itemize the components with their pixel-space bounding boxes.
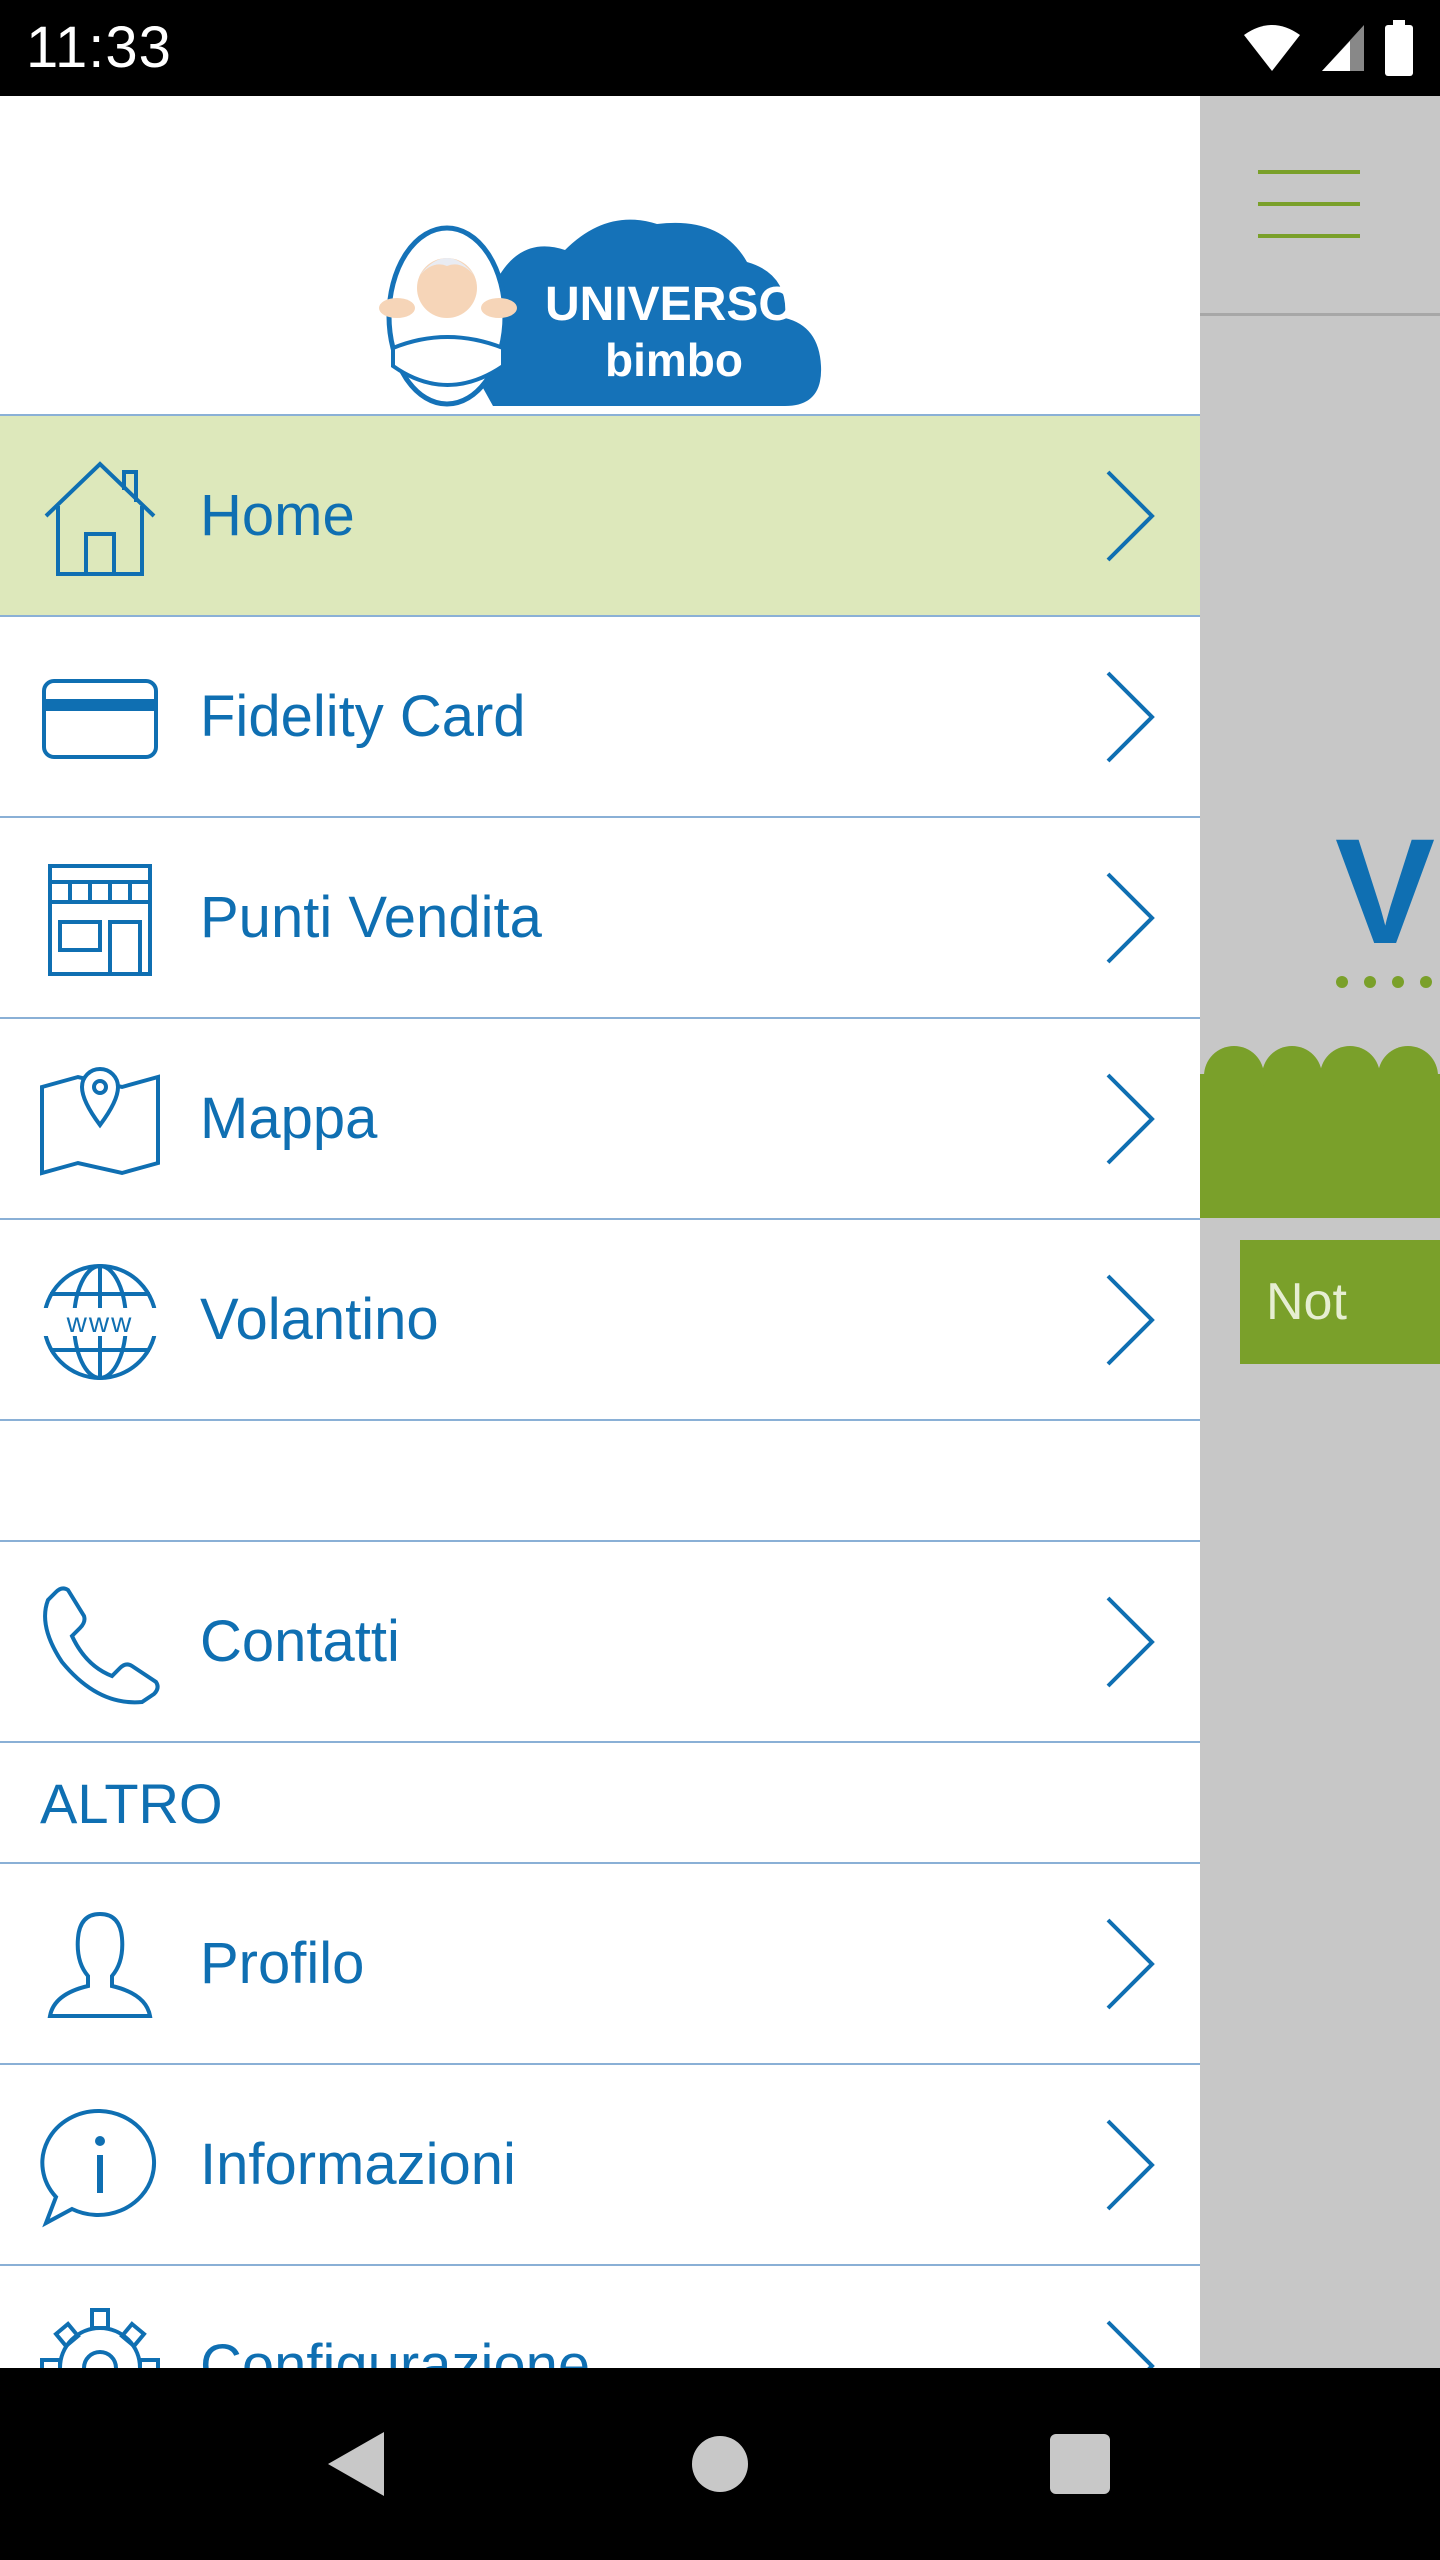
store-icon	[48, 864, 152, 976]
fence-decoration	[1200, 1046, 1440, 1218]
wifi-icon	[1244, 25, 1300, 71]
globe-icon: www	[42, 1264, 158, 1380]
status-icons	[1242, 20, 1414, 76]
card-icon	[42, 679, 158, 759]
system-navigation-bar	[0, 2368, 1440, 2560]
section-header-label: ALTRO	[40, 1772, 223, 1835]
cellular-signal-icon	[1322, 25, 1364, 71]
chevron-right-icon	[1106, 1918, 1155, 2010]
menu-item-label: Contatti	[200, 1609, 400, 1674]
recents-button[interactable]	[980, 2368, 1180, 2560]
menu-item-fidelity-card[interactable]: Fidelity Card	[0, 617, 1200, 818]
navigation-drawer: UNIVERSO bimbo Home Fidelity Card Punti …	[0, 96, 1200, 2368]
svg-text:www: www	[66, 1307, 134, 1338]
dotted-divider	[1336, 976, 1440, 990]
recents-square-icon	[1050, 2434, 1110, 2494]
drawer-header: UNIVERSO bimbo	[0, 96, 1200, 416]
status-time: 11:33	[26, 15, 172, 80]
home-icon	[44, 461, 156, 576]
chevron-right-icon	[1106, 1274, 1155, 1366]
chevron-right-icon	[1106, 2119, 1155, 2211]
user-icon	[47, 1911, 153, 2018]
home-button[interactable]	[620, 2368, 820, 2560]
menu-item-configurazione[interactable]: Configurazione	[0, 2266, 1200, 2368]
back-button[interactable]	[256, 2368, 456, 2560]
background-button-label: Not	[1266, 1273, 1347, 1331]
home-circle-icon	[692, 2436, 748, 2492]
menu-item-label: Profilo	[200, 1931, 365, 1996]
background-button[interactable]: Not	[1240, 1240, 1440, 1364]
chevron-right-icon	[1106, 1596, 1155, 1688]
logo-text-universo: UNIVERSO	[545, 278, 796, 331]
gear-icon	[40, 2308, 160, 2368]
hamburger-menu-icon[interactable]	[1258, 170, 1360, 238]
phone-icon	[43, 1586, 160, 1705]
menu-item-label: Mappa	[200, 1086, 378, 1151]
chevron-right-icon	[1106, 470, 1155, 562]
universo-bimbo-logo: UNIVERSO bimbo	[379, 219, 822, 407]
menu-item-volantino[interactable]: www Volantino	[0, 1220, 1200, 1421]
menu-item-home[interactable]: Home	[0, 416, 1200, 617]
menu-item-label: Informazioni	[200, 2132, 516, 2197]
section-header-altro: ALTRO	[0, 1743, 1200, 1864]
menu-item-informazioni[interactable]: Informazioni	[0, 2065, 1200, 2266]
info-icon	[40, 2108, 157, 2228]
chevron-right-icon	[1106, 1073, 1155, 1165]
chevron-right-icon	[1106, 671, 1155, 763]
menu-item-punti-vendita[interactable]: Punti Vendita	[0, 818, 1200, 1019]
menu-item-label: Punti Vendita	[200, 885, 542, 950]
menu-item-profilo[interactable]: Profilo	[0, 1864, 1200, 2065]
battery-icon	[1385, 20, 1413, 76]
menu-item-label: Volantino	[200, 1287, 439, 1352]
menu-item-label: Configurazione	[200, 2333, 591, 2368]
menu-spacer	[0, 1421, 1200, 1542]
logo-text-bimbo: bimbo	[605, 334, 743, 386]
background-heading: V	[1335, 807, 1436, 975]
menu-item-label: Home	[200, 483, 355, 548]
status-bar: 11:33	[0, 0, 1440, 96]
chevron-right-icon	[1106, 2320, 1155, 2368]
menu-item-mappa[interactable]: Mappa	[0, 1019, 1200, 1220]
map-icon	[40, 1067, 160, 1176]
menu-item-label: Fidelity Card	[200, 684, 526, 749]
menu-item-contatti[interactable]: Contatti	[0, 1542, 1200, 1743]
back-triangle-icon	[328, 2432, 384, 2496]
chevron-right-icon	[1106, 872, 1155, 964]
